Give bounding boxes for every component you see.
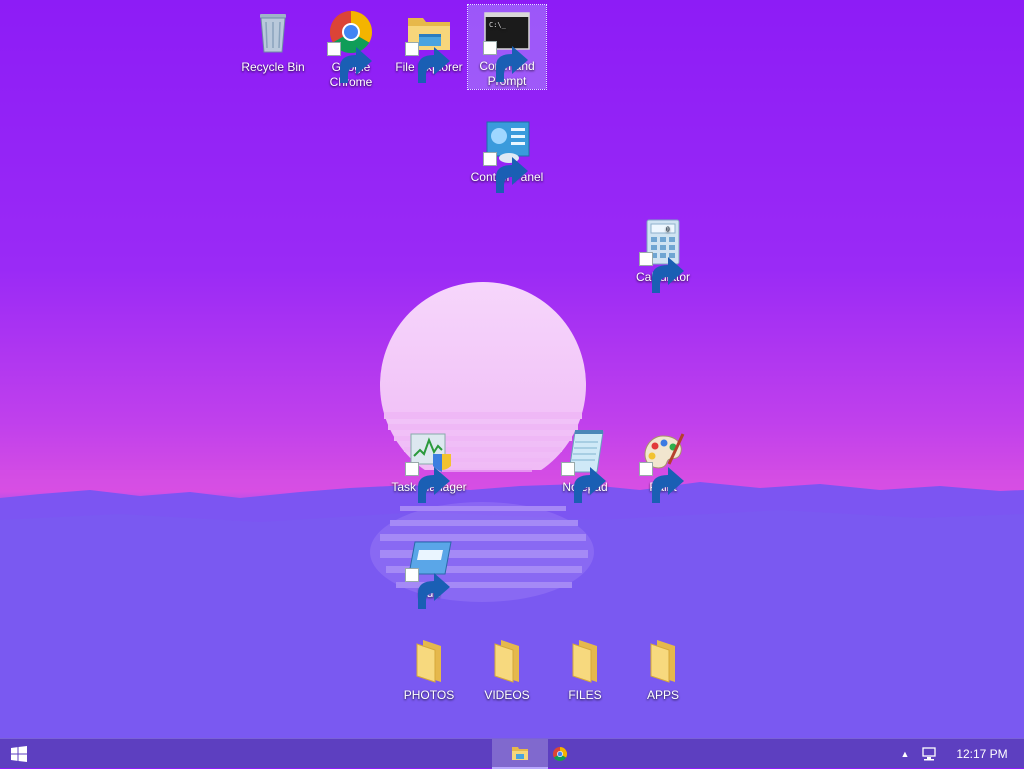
shortcut-arrow-icon — [327, 42, 372, 83]
folder-icon — [561, 636, 609, 684]
recycle-bin-label: Recycle Bin — [241, 60, 305, 74]
chrome-icon — [553, 747, 568, 762]
chrome-icon — [327, 8, 375, 83]
network-icon — [922, 747, 936, 761]
clock-time: 12:17 PM — [956, 747, 1008, 761]
folder-videos[interactable]: VIDEOS — [468, 634, 546, 703]
folder-files-label: FILES — [568, 688, 602, 702]
show-hidden-icons-button[interactable]: ▲ — [896, 739, 914, 769]
taskbar-clock[interactable]: 12:17 PM — [948, 739, 1016, 769]
folder-icon — [639, 636, 687, 684]
folder-apps-label: APPS — [646, 688, 679, 702]
notepad-icon — [561, 428, 609, 503]
network-status-button[interactable] — [918, 739, 940, 769]
folder-icon — [405, 636, 453, 684]
taskbar-chrome-button[interactable] — [548, 739, 572, 769]
folder-videos-label: VIDEOS — [484, 688, 530, 702]
folder-icon — [483, 636, 531, 684]
file-explorer-icon — [512, 747, 528, 760]
shortcut-arrow-icon — [561, 462, 606, 503]
shortcut-arrow-icon — [405, 462, 450, 503]
start-button[interactable] — [0, 739, 38, 769]
file-explorer-icon — [405, 8, 453, 83]
shortcut-arrow-icon — [405, 42, 450, 83]
paint-palette-icon — [639, 428, 687, 503]
control-panel-shortcut[interactable]: Control Panel — [468, 116, 546, 193]
folder-photos[interactable]: PHOTOS — [390, 634, 468, 703]
task-manager-shortcut[interactable]: Task Manager — [390, 426, 468, 503]
folder-apps[interactable]: APPS — [624, 634, 702, 703]
file-explorer-shortcut[interactable]: File Explorer — [390, 6, 468, 83]
control-panel-icon — [483, 118, 531, 193]
recycle-bin-icon — [249, 8, 297, 56]
recycle-bin-icon-shortcut[interactable]: Recycle Bin — [234, 6, 312, 75]
taskbar-file-explorer-button[interactable] — [492, 739, 548, 769]
shortcut-arrow-icon — [405, 568, 450, 609]
calculator-shortcut[interactable]: 0 Calculator — [624, 216, 702, 293]
shortcut-arrow-icon — [639, 462, 684, 503]
run-icon — [405, 534, 453, 609]
svg-text:C:\_: C:\_ — [489, 21, 507, 29]
task-manager-icon — [405, 428, 453, 503]
shortcut-arrow-icon — [639, 252, 684, 293]
run-shortcut[interactable]: Run — [390, 532, 468, 609]
command-prompt-shortcut[interactable]: C:\_ Command Prompt — [467, 4, 547, 90]
folder-files[interactable]: FILES — [546, 634, 624, 703]
taskbar: ▲ 12:17 PM — [0, 738, 1024, 769]
shortcut-arrow-icon — [483, 152, 528, 193]
command-prompt-icon: C:\_ — [483, 7, 531, 82]
notepad-shortcut[interactable]: Notepad — [546, 426, 624, 503]
calculator-icon: 0 — [639, 218, 687, 293]
google-chrome-shortcut[interactable]: Google Chrome — [312, 6, 390, 90]
windows-logo-icon — [11, 746, 27, 762]
desktop-wallpaper — [0, 282, 1024, 738]
svg-text:0: 0 — [666, 226, 670, 234]
folder-photos-label: PHOTOS — [403, 688, 455, 702]
paint-shortcut[interactable]: Paint — [624, 426, 702, 503]
chevron-up-icon: ▲ — [900, 749, 910, 759]
shortcut-arrow-icon — [483, 41, 528, 82]
